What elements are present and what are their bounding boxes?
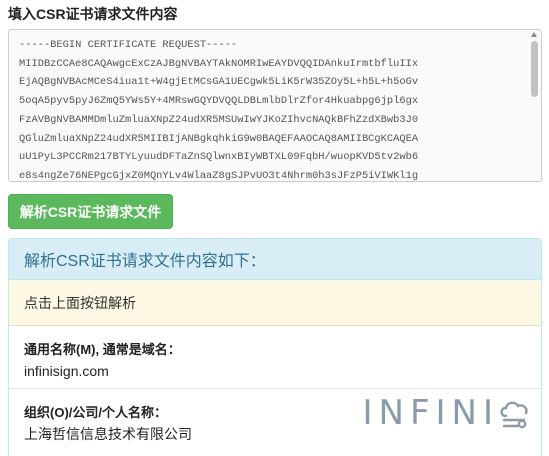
scroll-thumb[interactable] (531, 41, 538, 97)
parse-csr-button[interactable]: 解析CSR证书请求文件 (8, 194, 173, 229)
result-panel-heading: 解析CSR证书请求文件内容如下： (9, 239, 541, 280)
csr-textarea-content[interactable]: -----BEGIN CERTIFICATE REQUEST----- MIID… (19, 36, 519, 181)
csr-input-label: 填入CSR证书请求文件内容 (8, 6, 178, 22)
csr-textarea[interactable]: -----BEGIN CERTIFICATE REQUEST----- MIID… (8, 29, 542, 182)
csr-textarea-scrollbar[interactable] (530, 32, 539, 179)
common-name-value: infinisign.com (24, 363, 109, 379)
organization-row: 组织(O)/公司/个人名称： 上海哲信信息技术有限公司 INFINI (9, 389, 541, 456)
result-panel: 解析CSR证书请求文件内容如下： 点击上面按钮解析 通用名称(M), 通常是域名… (8, 238, 542, 456)
infinisign-logo: INFINI (362, 393, 531, 433)
common-name-label: 通用名称(M), 通常是域名： (24, 342, 181, 357)
common-name-row: 通用名称(M), 通常是域名： infinisign.com (9, 326, 541, 389)
cloud-key-icon (500, 401, 528, 429)
result-notice: 点击上面按钮解析 (9, 280, 541, 326)
brand-logo-text: INFINI (362, 393, 499, 433)
scroll-up-arrow-icon[interactable] (531, 32, 537, 37)
